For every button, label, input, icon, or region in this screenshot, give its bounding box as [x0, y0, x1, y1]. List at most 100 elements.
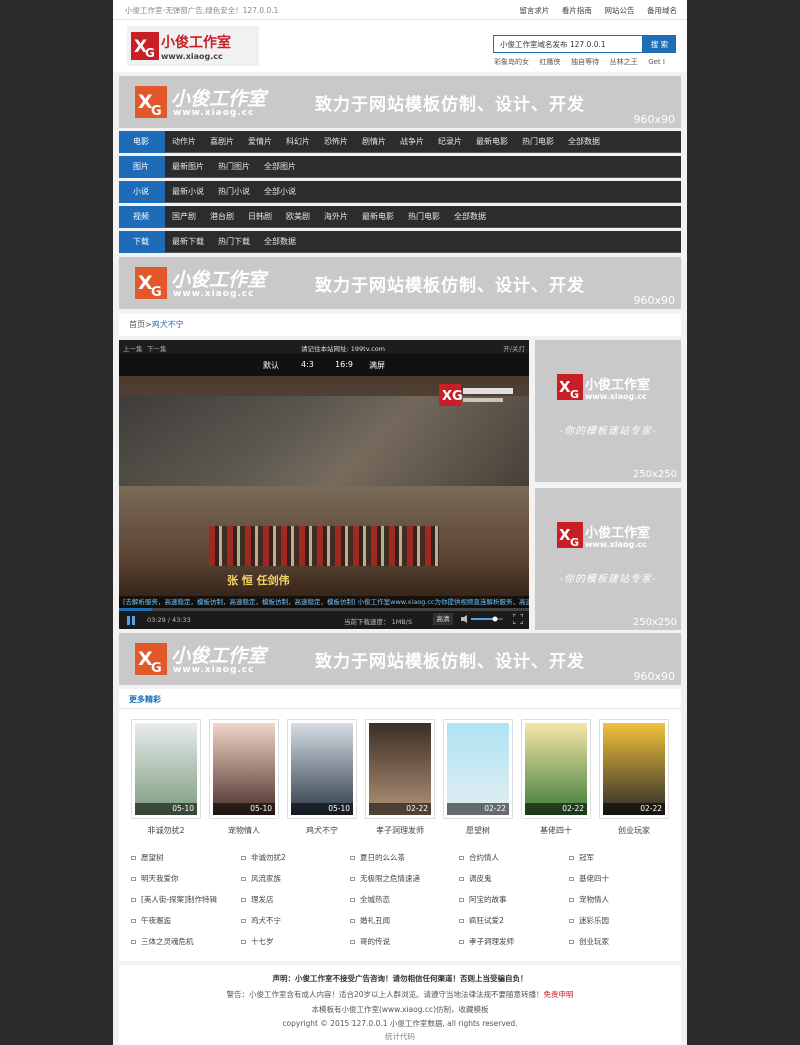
aspect-fullscreen[interactable]: 满屏: [369, 360, 385, 371]
nav-category[interactable]: 小说: [119, 181, 165, 203]
progress-bar[interactable]: [119, 608, 529, 611]
list-item[interactable]: 鸡犬不宁: [241, 915, 351, 926]
nav-item[interactable]: 爱情片: [241, 131, 279, 153]
nav-item[interactable]: 动作片: [165, 131, 203, 153]
nav-item[interactable]: 最新电影: [355, 206, 401, 228]
nav-item[interactable]: 恐怖片: [317, 131, 355, 153]
list-item[interactable]: 全城热恋: [350, 894, 460, 905]
nav-item[interactable]: 热门小说: [211, 181, 257, 203]
list-item[interactable]: 迷彩乐园: [569, 915, 679, 926]
nav-item[interactable]: 欧美剧: [279, 206, 317, 228]
list-item[interactable]: 十七岁: [241, 936, 351, 947]
banner-ad-top[interactable]: X G 小俊工作室 www.xiaog.cc 致力于网站模板仿制、设计、开发 9…: [119, 76, 681, 128]
nav-item[interactable]: 最新电影: [469, 131, 515, 153]
banner-ad-middle[interactable]: X G 小俊工作室 www.xiaog.cc 致力于网站模板仿制、设计、开发 9…: [119, 257, 681, 309]
poster-title[interactable]: 鸡犬不宁: [281, 825, 363, 836]
side-ad-2[interactable]: X G 小俊工作室 www.xiaog.cc -你的模板建站专家- 250x25…: [535, 488, 681, 630]
nav-category[interactable]: 图片: [119, 156, 165, 178]
nav-item[interactable]: 港台剧: [203, 206, 241, 228]
list-item[interactable]: 婚礼丑闻: [350, 915, 460, 926]
poster-title[interactable]: 创业玩家: [593, 825, 675, 836]
poster-card[interactable]: 05-10 宠物情人: [209, 719, 279, 835]
hot-word[interactable]: 彩象岛的女: [494, 58, 529, 66]
list-item[interactable]: [美人街-探案]制作特辑: [131, 894, 241, 905]
top-link-guide[interactable]: 看片指南: [562, 6, 592, 15]
list-item[interactable]: 基佬四十: [569, 873, 679, 884]
list-item[interactable]: 阿宝的故事: [459, 894, 569, 905]
top-link-backup[interactable]: 备用域名: [647, 6, 677, 15]
nav-item[interactable]: 热门下载: [211, 231, 257, 253]
hot-word[interactable]: 丛林之王: [610, 58, 638, 66]
video-player[interactable]: 上一集 下一集 请记住本站网址: 199tv.com 开/关灯 默认 4:3 1…: [119, 340, 529, 629]
poster-title[interactable]: 非诚勿扰2: [125, 825, 207, 836]
nav-item[interactable]: 全部图片: [257, 156, 303, 178]
list-item[interactable]: 愿望树: [131, 852, 241, 863]
aspect-16-9[interactable]: 16:9: [335, 360, 353, 369]
list-item[interactable]: 风流家族: [241, 873, 351, 884]
nav-category[interactable]: 电影: [119, 131, 165, 153]
footer-stats[interactable]: 统计代码: [119, 1031, 681, 1042]
poster-title[interactable]: 愿望树: [437, 825, 519, 836]
list-item[interactable]: 午夜邂逅: [131, 915, 241, 926]
disclaimer-link[interactable]: 免责申明: [544, 990, 574, 999]
nav-item[interactable]: 全部数据: [447, 206, 493, 228]
nav-item[interactable]: 热门电影: [515, 131, 561, 153]
nav-item[interactable]: 热门电影: [401, 206, 447, 228]
list-item[interactable]: 三体之灵魂危机: [131, 936, 241, 947]
hot-word[interactable]: 红鹰侠: [540, 58, 561, 66]
nav-item[interactable]: 纪录片: [431, 131, 469, 153]
next-episode-button[interactable]: 下一集: [147, 343, 167, 353]
list-item[interactable]: 无极限之危情速递: [350, 873, 460, 884]
poster-card[interactable]: 05-10 非诚勿扰2: [131, 719, 201, 835]
nav-item[interactable]: 最新下载: [165, 231, 211, 253]
pause-icon[interactable]: [127, 616, 135, 625]
quality-button[interactable]: 高清: [433, 613, 453, 625]
list-item[interactable]: 疯狂试爱2: [459, 915, 569, 926]
poster-title[interactable]: 宠物情人: [203, 825, 285, 836]
nav-item[interactable]: 剧情片: [355, 131, 393, 153]
site-logo[interactable]: X G 小俊工作室 www.xiaog.cc: [127, 26, 259, 66]
list-item[interactable]: 夏日的么么茶: [350, 852, 460, 863]
nav-item[interactable]: 最新小说: [165, 181, 211, 203]
nav-category[interactable]: 视频: [119, 206, 165, 228]
poster-title[interactable]: 孝子洞理发师: [359, 825, 441, 836]
nav-item[interactable]: 最新图片: [165, 156, 211, 178]
poster-title[interactable]: 基佬四十: [515, 825, 597, 836]
top-link-request[interactable]: 留言求片: [519, 6, 549, 15]
nav-item[interactable]: 战争片: [393, 131, 431, 153]
nav-item[interactable]: 科幻片: [279, 131, 317, 153]
video-frame[interactable]: XG 张 恒 任剑伟 [去解析服务，高速稳定，模板仿制，高速稳定，模板仿制，高速…: [119, 376, 529, 608]
nav-item[interactable]: 喜剧片: [203, 131, 241, 153]
nav-item[interactable]: 日韩剧: [241, 206, 279, 228]
breadcrumb-current[interactable]: 鸡犬不宁: [152, 320, 184, 329]
nav-item[interactable]: 全部小说: [257, 181, 303, 203]
search-button[interactable]: 搜 索: [643, 35, 676, 53]
hot-word[interactable]: 独自等待: [571, 58, 599, 66]
search-input[interactable]: [493, 35, 643, 53]
list-item[interactable]: 孝子洞理发师: [459, 936, 569, 947]
volume-slider[interactable]: [461, 615, 505, 623]
list-item[interactable]: 冠军: [569, 852, 679, 863]
poster-card[interactable]: 02-22 孝子洞理发师: [365, 719, 435, 835]
list-item[interactable]: 调皮鬼: [459, 873, 569, 884]
nav-item[interactable]: 全部数据: [561, 131, 607, 153]
nav-item[interactable]: 国产剧: [165, 206, 203, 228]
aspect-4-3[interactable]: 4:3: [301, 360, 314, 369]
list-item[interactable]: 哥的传说: [350, 936, 460, 947]
aspect-default[interactable]: 默认: [263, 360, 279, 371]
poster-card[interactable]: 02-22 创业玩家: [599, 719, 669, 835]
nav-item[interactable]: 海外片: [317, 206, 355, 228]
hot-word[interactable]: Get I: [648, 58, 665, 66]
prev-episode-button[interactable]: 上一集: [123, 343, 143, 353]
breadcrumb-home[interactable]: 首页: [129, 320, 145, 329]
list-item[interactable]: 理发店: [241, 894, 351, 905]
poster-card[interactable]: 05-10 鸡犬不宁: [287, 719, 357, 835]
list-item[interactable]: 宠物情人: [569, 894, 679, 905]
nav-item[interactable]: 热门图片: [211, 156, 257, 178]
poster-card[interactable]: 02-22 愿望树: [443, 719, 513, 835]
banner-ad-bottom[interactable]: X G 小俊工作室 www.xiaog.cc 致力于网站模板仿制、设计、开发 9…: [119, 633, 681, 685]
list-item[interactable]: 合约情人: [459, 852, 569, 863]
list-item[interactable]: 非诚勿扰2: [241, 852, 351, 863]
top-link-notice[interactable]: 网站公告: [604, 6, 634, 15]
nav-category[interactable]: 下载: [119, 231, 165, 253]
